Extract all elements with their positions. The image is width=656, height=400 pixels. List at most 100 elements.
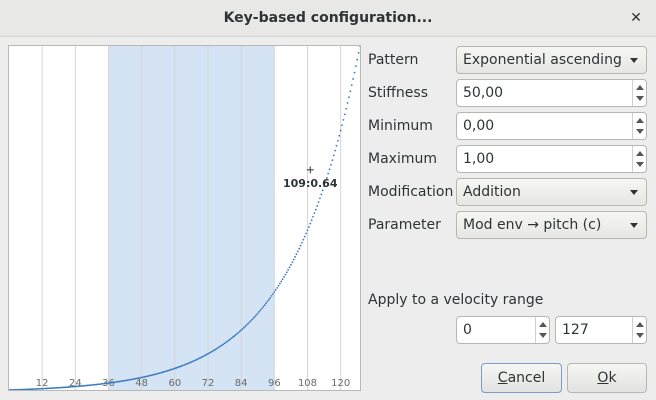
- window-title: Key-based configuration...: [223, 10, 433, 26]
- modification-value: Addition: [463, 184, 521, 200]
- curve-point: [267, 298, 270, 301]
- curve-point: [352, 78, 354, 80]
- cancel-mnemonic: C: [497, 370, 508, 386]
- x-tick-label: 108: [298, 378, 317, 389]
- parameter-select[interactable]: Mod env → pitch (c): [456, 211, 647, 239]
- close-icon[interactable]: ✕: [626, 8, 646, 28]
- curve-point: [269, 296, 272, 299]
- velocity-min-value[interactable]: 0: [463, 317, 472, 343]
- minimum-value[interactable]: 0,00: [463, 113, 494, 139]
- velocity-min-spin-buttons[interactable]: [535, 317, 549, 343]
- curve-point: [292, 258, 295, 261]
- curve-point: [309, 222, 312, 225]
- curve-point: [237, 331, 240, 334]
- curve-point: [287, 268, 290, 271]
- spin-up-icon[interactable]: [636, 118, 644, 123]
- chevron-down-icon: [630, 58, 638, 63]
- chevron-down-icon: [630, 190, 638, 195]
- minimum-spinbox[interactable]: 0,00: [456, 112, 647, 140]
- curve-point: [274, 289, 277, 291]
- spin-up-icon[interactable]: [636, 85, 644, 90]
- spin-down-icon[interactable]: [636, 333, 644, 338]
- pattern-value: Exponential ascending: [463, 52, 622, 68]
- spin-down-icon[interactable]: [539, 333, 547, 338]
- stiffness-spin-buttons[interactable]: [632, 80, 646, 106]
- chevron-down-icon: [630, 223, 638, 228]
- key-curve-plot[interactable]: 12 24 36 48 60 72 84 96 108 120 109:0.64: [8, 45, 361, 391]
- curve-point: [339, 129, 342, 132]
- maximum-label: Maximum: [368, 151, 437, 167]
- curve-point: [359, 46, 360, 47]
- curve-point: [330, 163, 332, 166]
- curve-point: [256, 312, 259, 315]
- spin-down-icon[interactable]: [636, 96, 644, 101]
- curve-point: [245, 324, 248, 326]
- plot-svg[interactable]: 12 24 36 48 60 72 84 96 108 120109:0.64: [9, 46, 360, 390]
- curve-point: [354, 65, 357, 68]
- spin-up-icon[interactable]: [539, 322, 547, 327]
- stiffness-spinbox[interactable]: 50,00: [456, 79, 647, 107]
- curve-point: [280, 280, 283, 283]
- spin-up-icon[interactable]: [636, 322, 644, 327]
- curve-point: [345, 107, 348, 110]
- marker-label: 109:0.64: [283, 177, 338, 190]
- curve-point: [343, 113, 346, 116]
- spin-down-icon[interactable]: [636, 129, 644, 134]
- spin-down-icon[interactable]: [636, 162, 644, 167]
- curve-point: [254, 315, 256, 318]
- x-tick-label: 72: [202, 378, 215, 389]
- maximum-spinbox[interactable]: 1,00: [456, 145, 647, 173]
- maximum-spin-buttons[interactable]: [632, 146, 646, 172]
- curve-point: [319, 197, 321, 200]
- curve-point: [338, 134, 341, 137]
- curve-point: [240, 329, 243, 332]
- velocity-max-value[interactable]: 127: [562, 317, 589, 343]
- curve-point: [288, 266, 291, 269]
- x-tick-label: 120: [331, 378, 350, 389]
- curve-point: [265, 302, 267, 305]
- curve-point: [234, 334, 237, 336]
- ok-button[interactable]: Ok: [567, 363, 647, 393]
- curve-point: [336, 139, 339, 142]
- curve-point: [294, 256, 296, 258]
- velocity-min-spinbox[interactable]: 0: [456, 316, 550, 344]
- curve-point: [331, 159, 334, 162]
- modification-select[interactable]: Addition: [456, 178, 647, 206]
- curve-point: [335, 144, 338, 147]
- maximum-value[interactable]: 1,00: [463, 146, 494, 172]
- curve-point: [263, 304, 266, 306]
- curve-point: [317, 201, 320, 204]
- velocity-max-spin-buttons[interactable]: [632, 317, 646, 343]
- curve-point: [276, 286, 278, 289]
- curve-point: [273, 291, 276, 293]
- curve-point: [301, 241, 303, 244]
- curve-point: [346, 102, 349, 104]
- minimum-label: Minimum: [368, 118, 433, 134]
- curve-point: [314, 208, 317, 211]
- cancel-button[interactable]: Cancel: [481, 363, 562, 393]
- curve-point: [249, 319, 252, 322]
- x-tick-label: 60: [168, 378, 181, 389]
- curve-point: [328, 168, 331, 171]
- velocity-max-spinbox[interactable]: 127: [555, 316, 647, 344]
- pattern-label: Pattern: [368, 52, 419, 68]
- minimum-spin-buttons[interactable]: [632, 113, 646, 139]
- title-bar: Key-based configuration... ✕: [0, 0, 656, 37]
- curve-point: [357, 51, 360, 54]
- curve-point: [241, 328, 244, 330]
- parameter-label: Parameter: [368, 217, 441, 233]
- curve-point: [283, 276, 285, 278]
- curve-point: [303, 235, 306, 238]
- curve-point: [299, 244, 302, 247]
- curve-point: [247, 322, 249, 325]
- curve-point: [281, 278, 284, 281]
- curve-point: [350, 84, 353, 87]
- spin-up-icon[interactable]: [636, 151, 644, 156]
- curve-point: [248, 321, 251, 324]
- curve-point: [295, 253, 298, 256]
- ok-mnemonic: O: [597, 370, 609, 386]
- curve-point: [233, 335, 236, 337]
- stiffness-value[interactable]: 50,00: [463, 80, 503, 106]
- modification-label: Modification: [368, 184, 454, 200]
- pattern-select[interactable]: Exponential ascending: [456, 46, 647, 74]
